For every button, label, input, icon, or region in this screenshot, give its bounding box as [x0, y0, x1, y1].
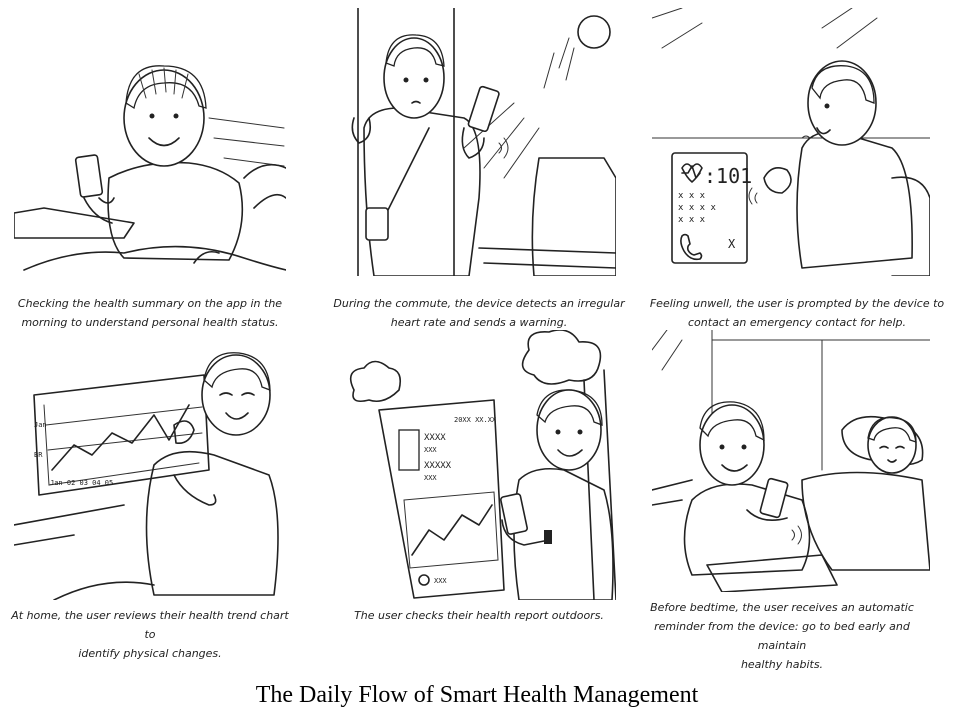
panel-outdoors: 20XX XX.XX XXXX XXX XXXXX XXX XXX [344, 330, 616, 600]
eye-left [719, 444, 725, 450]
illustration-home: Jan BR Jan 02 03 04 05 [14, 352, 279, 600]
sun-icon [577, 15, 611, 49]
vibration-marks [791, 525, 802, 545]
window-glare [652, 8, 878, 49]
wristband [193, 250, 220, 264]
eye [824, 103, 830, 109]
table-edge [14, 504, 125, 546]
heart-rate-value: :101 [704, 164, 752, 188]
illustration-bedtime [652, 330, 930, 592]
page-title: The Daily Flow of Smart Health Managemen… [255, 682, 699, 708]
eye-right [423, 77, 429, 83]
phone [467, 85, 500, 133]
eye-right [577, 429, 583, 435]
caption-line: identify physical changes. [78, 647, 222, 660]
trend-chart-monitor: Jan BR Jan 02 03 04 05 [33, 374, 210, 496]
window-lines [208, 117, 285, 167]
wristband [544, 530, 552, 544]
panel-emergency: :101 x x x x x x x x x x X [652, 8, 930, 276]
caption-line: healthy habits. [740, 658, 824, 671]
panel-morning [14, 8, 286, 276]
caption-line: Checking the health summary on the app i… [17, 297, 283, 310]
chair [891, 176, 930, 276]
hand-holding-pole [351, 117, 372, 144]
seat-rail [478, 247, 616, 269]
report-row: XXXXX [424, 461, 452, 471]
caption-line: Feeling unwell, the user is prompted by … [649, 297, 945, 310]
sofa [53, 581, 155, 600]
bag [365, 207, 389, 241]
torso [513, 467, 614, 600]
caption-outdoors: The user checks their health report outd… [324, 606, 634, 625]
pillow [243, 163, 286, 209]
illustration-emergency: :101 x x x x x x x x x x X [652, 8, 930, 276]
train-seat [531, 157, 616, 276]
head [536, 389, 602, 471]
caption-morning: Checking the health summary on the app i… [10, 294, 290, 332]
screen-marks: x x x [678, 191, 706, 201]
motion-marks [748, 135, 811, 205]
fist-hand [763, 167, 792, 194]
chart-label: Jan [34, 421, 47, 429]
decline-icon[interactable]: X [728, 237, 736, 251]
caption-line: Before bedtime, the user receives an aut… [650, 601, 914, 614]
bed-head [652, 479, 693, 506]
caption-emergency: Feeling unwell, the user is prompted by … [642, 294, 952, 332]
caption-line: At home, the user reviews their health t… [11, 609, 289, 641]
report-row: XXX [424, 474, 437, 482]
head [383, 37, 445, 119]
panel-home: Jan BR Jan 02 03 04 05 [14, 345, 286, 600]
phone [74, 154, 104, 198]
caption-line: reminder from the device: go to bed earl… [654, 620, 910, 652]
torso [796, 131, 913, 269]
eye-left [149, 113, 155, 119]
eye-left [555, 429, 561, 435]
head [699, 404, 765, 486]
illustration-commute [351, 8, 616, 276]
caption-home: At home, the user reviews their health t… [4, 606, 296, 663]
phone-screen-zoom: 20XX XX.XX XXXX XXX XXXXX XXX XXX [378, 399, 505, 599]
panel-commute [344, 8, 616, 276]
caption-bedtime: Before bedtime, the user receives an aut… [632, 598, 932, 674]
bush [349, 360, 402, 403]
eye-right [173, 113, 179, 119]
chart-axis-labels: Jan 02 03 04 05 [50, 479, 113, 487]
eye-right [741, 444, 747, 450]
eye-left [403, 77, 409, 83]
report-footer: XXX [434, 577, 447, 585]
report-row: XXX [424, 446, 437, 454]
caption-line: During the commute, the device detects a… [333, 297, 625, 310]
panel-bedtime [652, 330, 930, 592]
head [201, 354, 271, 436]
head [123, 69, 205, 167]
caption-commute: During the commute, the device detects a… [324, 294, 634, 332]
caption-line: The user checks their health report outd… [354, 609, 604, 622]
bed-tray [14, 207, 135, 239]
illustration-morning [14, 65, 286, 271]
caption-line: morning to understand personal health st… [21, 316, 279, 329]
report-row: XXXX [424, 433, 446, 443]
device-screen: :101 x x x x x x x x x x X [671, 152, 752, 264]
torso [107, 161, 244, 261]
phone-frame [378, 399, 505, 599]
report-date: 20XX XX.XX [454, 416, 497, 424]
chart-label: BR [34, 451, 43, 459]
tree-canopy [521, 330, 602, 385]
arm [173, 474, 217, 506]
screen-marks: x x x [678, 215, 706, 225]
illustration-outdoors: 20XX XX.XX XXXX XXX XXXXX XXX XXX [349, 330, 616, 600]
screen-marks: x x x x [678, 203, 717, 213]
phone [759, 477, 789, 519]
sleeping-head [867, 416, 917, 474]
